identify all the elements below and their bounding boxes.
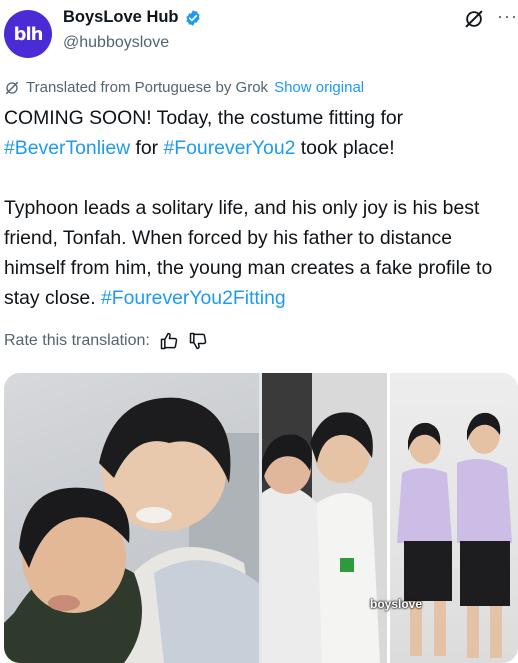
photo-costume-fitting-1[interactable] <box>4 373 259 663</box>
tweet-text-part: COMING SOON! Today, the costume fitting … <box>4 107 409 129</box>
translation-note: Translated from Portuguese by Grok <box>26 79 269 96</box>
grok-small-icon <box>5 81 19 94</box>
translation-note-row: Translated from Portuguese by Grok Show … <box>4 79 364 96</box>
author-name-row: BoysLove Hub <box>63 8 202 27</box>
author-name[interactable]: BoysLove Hub <box>63 8 179 27</box>
author-avatar[interactable]: blh <box>4 10 52 58</box>
show-original-link[interactable]: Show original <box>274 79 364 96</box>
media-gallery[interactable]: boyslove <box>4 373 518 663</box>
tweet-text-part: for <box>130 137 164 159</box>
hashtag-link[interactable]: #FoureverYou2Fitting <box>101 287 286 309</box>
grok-icon[interactable] <box>463 8 485 30</box>
rate-translation-row: Rate this translation: <box>4 331 208 351</box>
photo-costume-fitting-2[interactable]: boyslove <box>262 373 518 663</box>
author-handle[interactable]: @hubboyslove <box>63 34 169 52</box>
boyslove-watermark: boyslove <box>370 597 423 611</box>
thumbs-down-icon[interactable] <box>188 331 208 351</box>
hashtag-link[interactable]: #BeverTonliew <box>4 137 130 159</box>
verified-badge-icon <box>185 9 200 26</box>
thumbs-up-icon[interactable] <box>159 331 179 351</box>
rate-translation-label: Rate this translation: <box>4 332 150 349</box>
more-options-icon[interactable]: ··· <box>497 6 518 27</box>
photo-2-illustration <box>262 373 512 663</box>
hashtag-link[interactable]: #FoureverYou2 <box>164 137 296 159</box>
tweet-text-part: took place! Typhoon leads a solitary lif… <box>4 137 493 309</box>
tweet-text: COMING SOON! Today, the costume fitting … <box>4 103 514 313</box>
photo-1-illustration <box>4 397 259 663</box>
